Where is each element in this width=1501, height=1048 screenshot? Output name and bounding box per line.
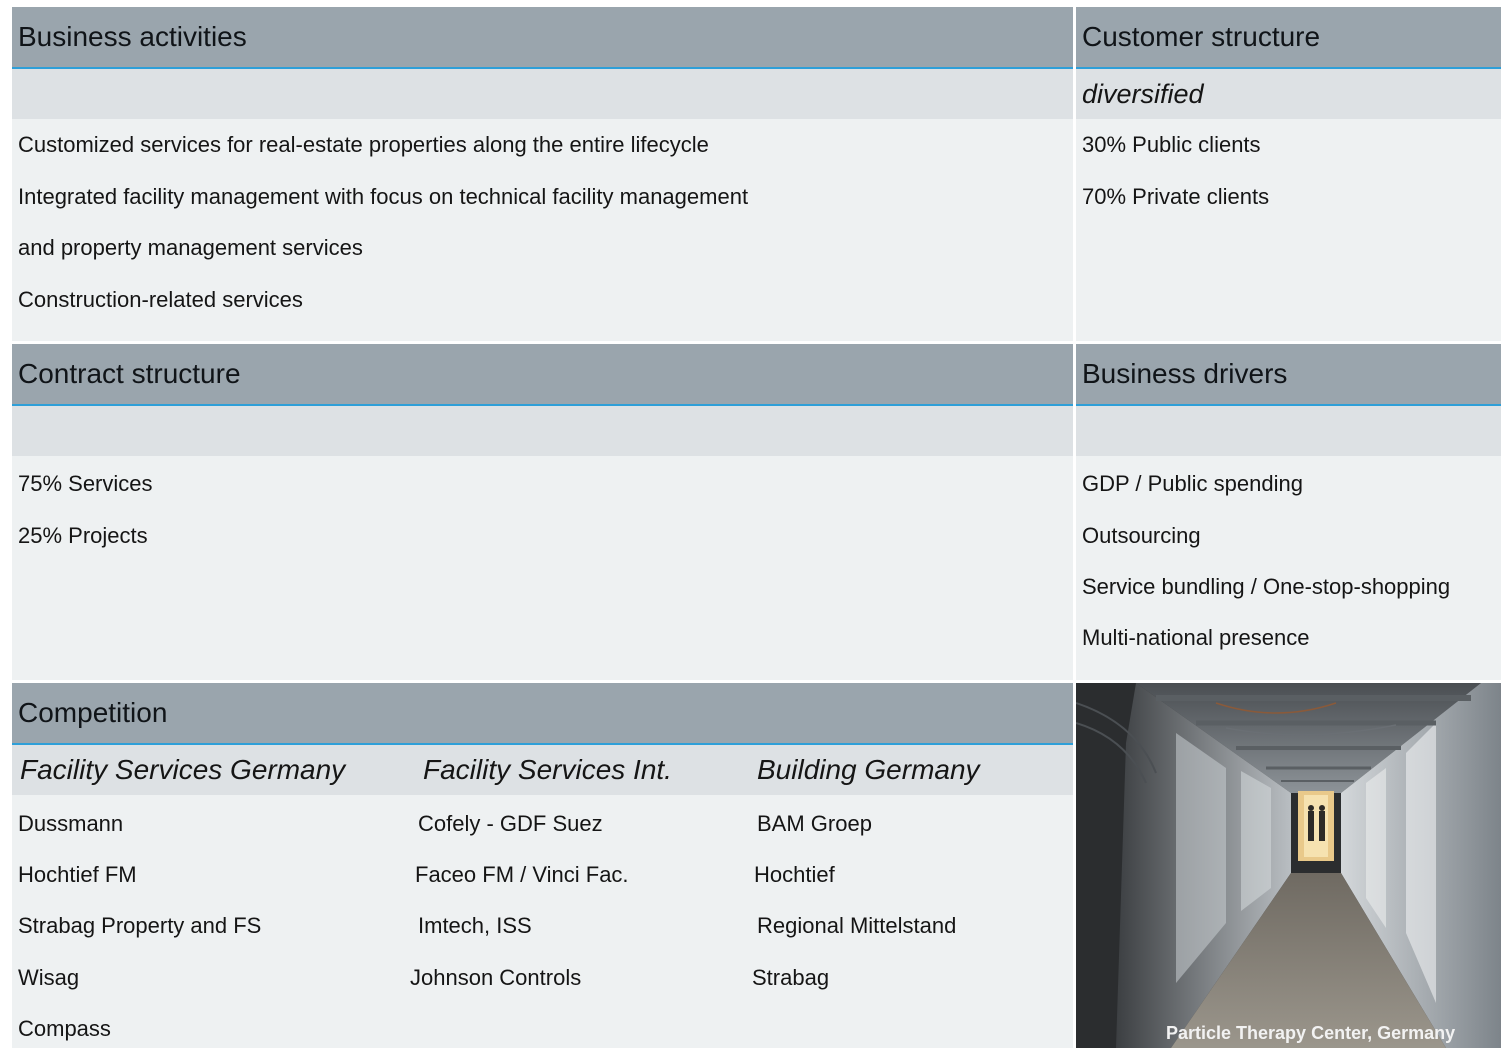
competitor-item: Imtech, ISS [418, 913, 532, 938]
business-driver-line: Multi-national presence [1082, 625, 1310, 650]
customer-structure-header: Customer structure [1076, 7, 1501, 69]
competitor-item: Hochtief FM [18, 862, 137, 887]
business-activities-subheader [12, 69, 1073, 119]
competition-header: Competition [12, 683, 1073, 745]
customer-structure-line: 70% Private clients [1082, 184, 1270, 209]
business-drivers-panel: Business drivers GDP / Public spending O… [1076, 344, 1501, 680]
customer-structure-subtitle: diversified [1076, 69, 1501, 119]
corridor-photo: Particle Therapy Center, Germany [1076, 683, 1501, 1048]
customer-structure-panel: Customer structure diversified 30% Publi… [1076, 7, 1501, 341]
business-activities-header: Business activities [12, 7, 1073, 69]
contract-structure-line: 25% Projects [18, 523, 148, 548]
business-driver-line: GDP / Public spending [1082, 471, 1303, 496]
corridor-illustration [1076, 683, 1501, 1048]
competitor-item: Johnson Controls [410, 965, 582, 990]
competitor-item: Regional Mittelstand [757, 913, 957, 938]
contract-structure-header: Contract structure [12, 344, 1073, 406]
competitor-item: Strabag Property and FS [18, 913, 262, 938]
business-driver-line: Service bundling / One-stop-shopping [1082, 574, 1451, 599]
photo-caption: Particle Therapy Center, Germany [1166, 1023, 1456, 1043]
business-activity-line: Integrated facility management with focu… [18, 184, 749, 209]
competitor-item: Wisag [18, 965, 80, 990]
contract-structure-line: 75% Services [18, 471, 153, 496]
competitor-item: Dussmann [18, 811, 124, 836]
customer-structure-line: 30% Public clients [1082, 132, 1261, 157]
competition-column-heading: Facility Services Germany [20, 754, 346, 785]
business-activity-line: and property management services [18, 235, 363, 260]
business-activities-panel: Business activities Customized services … [12, 7, 1073, 341]
competitor-item: Strabag [752, 965, 830, 990]
competitor-item: Compass [18, 1016, 111, 1041]
competitor-item: BAM Groep [757, 811, 872, 836]
business-activity-line: Customized services for real-estate prop… [18, 132, 709, 157]
competitor-item: Hochtief [754, 862, 835, 887]
business-drivers-subheader [1076, 406, 1501, 456]
competitor-item: Faceo FM / Vinci Fac. [415, 862, 629, 887]
competitor-item: Cofely - GDF Suez [418, 811, 603, 836]
competition-column-heading: Building Germany [757, 754, 980, 785]
business-driver-line: Outsourcing [1082, 523, 1201, 548]
contract-structure-subheader [12, 406, 1073, 456]
business-activity-line: Construction-related services [18, 287, 303, 312]
contract-structure-panel: Contract structure 75% Services 25% Proj… [12, 344, 1073, 680]
competition-column-heading: Facility Services Int. [423, 754, 672, 785]
business-drivers-header: Business drivers [1076, 344, 1501, 406]
competition-panel: Competition Facility Services Germany Fa… [12, 683, 1073, 1048]
